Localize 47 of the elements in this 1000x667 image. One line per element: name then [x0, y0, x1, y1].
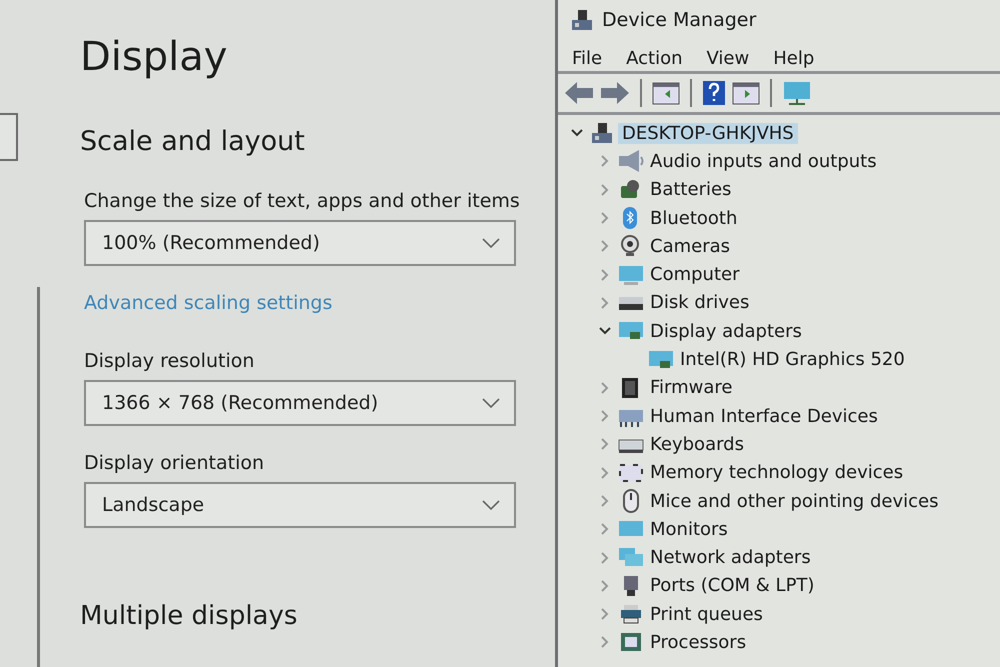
- tree-item[interactable]: Cameras: [650, 236, 730, 257]
- network-computer-icon: [590, 121, 612, 146]
- tree-item[interactable]: Batteries: [650, 179, 732, 200]
- menu-item[interactable]: Help: [765, 48, 822, 71]
- tree-item[interactable]: Mice and other pointing devices: [650, 490, 938, 512]
- tree-item[interactable]: Human Interface Devices: [650, 406, 878, 427]
- tree-item[interactable]: Memory technology devices: [650, 462, 904, 484]
- search-field[interactable]: [0, 113, 18, 161]
- menu-item[interactable]: Action: [618, 48, 690, 71]
- tree-item[interactable]: Disk drives: [650, 292, 750, 314]
- tree-item[interactable]: Intel(R) HD Graphics 520: [680, 349, 905, 370]
- tree-item[interactable]: DESKTOP-GHKJVHS: [618, 122, 798, 144]
- tree-item[interactable]: Network adapters: [650, 547, 811, 568]
- tree-item[interactable]: Audio inputs and outputs: [650, 150, 877, 172]
- page-title: Display: [80, 33, 228, 82]
- back-arrow-icon[interactable]: [564, 80, 594, 106]
- tree-item[interactable]: Bluetooth: [650, 208, 738, 229]
- forward-arrow-icon[interactable]: [600, 80, 630, 106]
- tree-item[interactable]: Monitors: [650, 518, 728, 540]
- tree-item[interactable]: Ports (COM & LPT): [650, 575, 814, 596]
- chevron-down-icon: [482, 238, 500, 248]
- device-icon: [618, 602, 644, 626]
- field-label: Change the size of text, apps and other items: [84, 190, 520, 212]
- dropdown[interactable]: 100% (Recommended): [84, 220, 516, 266]
- chevron-down-icon: [482, 398, 500, 408]
- dropdown[interactable]: Landscape: [84, 482, 516, 528]
- panel-icon[interactable]: [652, 80, 680, 106]
- tree-item[interactable]: Computer: [650, 264, 740, 286]
- tree-item[interactable]: Keyboards: [650, 434, 744, 455]
- chevron-down-icon: [482, 500, 500, 510]
- panel-icon[interactable]: [732, 80, 760, 106]
- tree-item[interactable]: Firmware: [650, 377, 732, 398]
- tree-item[interactable]: Processors: [650, 632, 746, 653]
- device-icon: [618, 149, 644, 174]
- section-heading: Multiple displays: [80, 600, 298, 633]
- section-heading: Scale and layout: [80, 125, 305, 159]
- tree-item[interactable]: Print queues: [650, 604, 763, 625]
- monitor-icon[interactable]: [782, 80, 812, 106]
- menu-item[interactable]: File: [564, 48, 610, 71]
- dropdown[interactable]: 1366 × 768 (Recommended): [84, 380, 516, 426]
- help-icon[interactable]: [702, 80, 726, 106]
- menu-item[interactable]: View: [698, 48, 758, 71]
- window-title: Device Manager: [602, 9, 756, 31]
- field-label: Display orientation: [84, 452, 264, 474]
- tree-item[interactable]: Display adapters: [650, 320, 802, 342]
- network-computer-icon: [570, 8, 592, 32]
- field-label: Display resolution: [84, 350, 254, 372]
